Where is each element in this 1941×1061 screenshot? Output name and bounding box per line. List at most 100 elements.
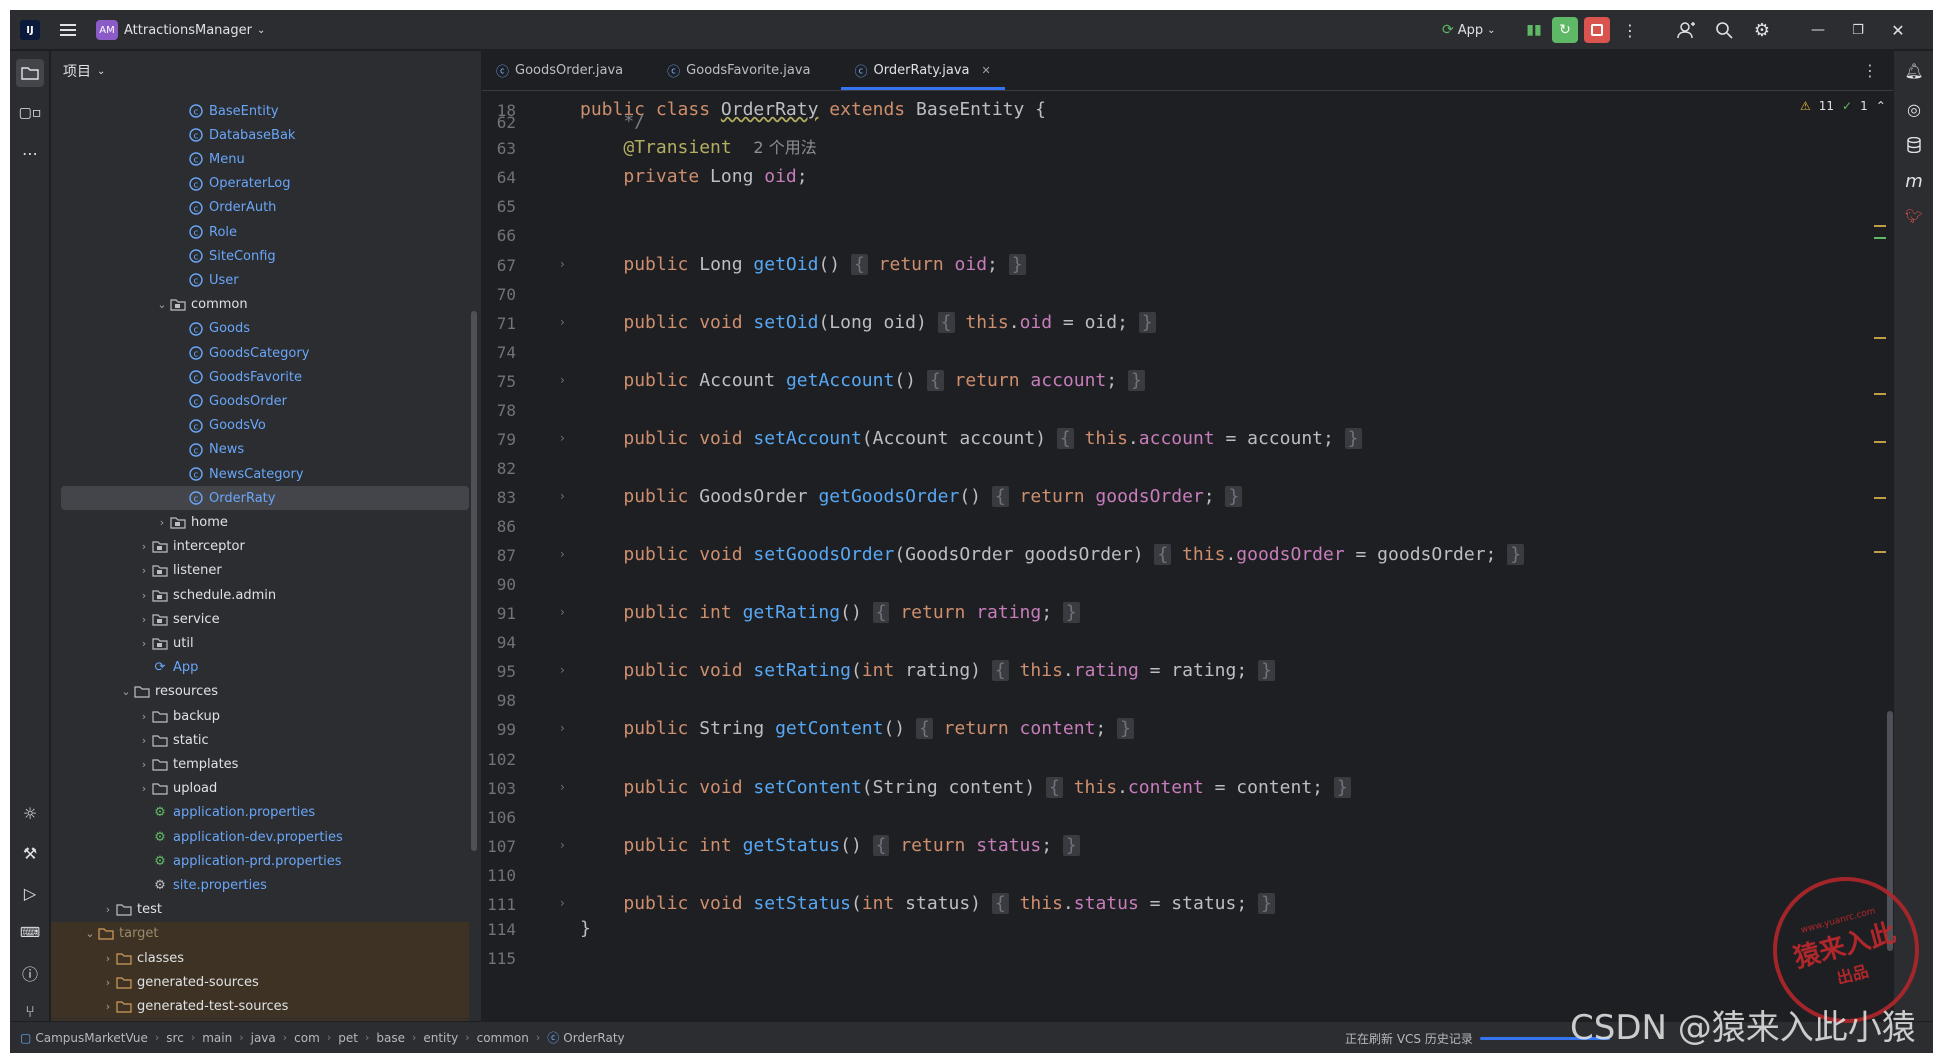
- main-menu-icon[interactable]: [56, 18, 80, 42]
- tree-item[interactable]: c GoodsCategory: [51, 341, 469, 365]
- tab-options-icon[interactable]: ⋮: [1862, 61, 1878, 80]
- build-hammer-icon[interactable]: ⚒: [16, 839, 44, 867]
- breadcrumb-item[interactable]: pet: [338, 1031, 358, 1045]
- breadcrumb-item[interactable]: common: [477, 1031, 529, 1045]
- fold-chevron-icon[interactable]: ›: [560, 663, 565, 677]
- tree-item[interactable]: › upload: [51, 777, 469, 801]
- tree-item[interactable]: ⚙ application.properties: [51, 801, 469, 825]
- warning-marker[interactable]: [1874, 551, 1886, 553]
- tree-item[interactable]: › generated-test-sources: [51, 994, 469, 1019]
- chevron-right-icon[interactable]: ›: [101, 903, 115, 916]
- breadcrumb-item[interactable]: entity: [423, 1031, 458, 1045]
- chevron-right-icon[interactable]: ›: [137, 637, 151, 650]
- pause-icon[interactable]: ▮▮: [1520, 16, 1548, 44]
- tree-item[interactable]: ⌄ resources: [51, 680, 469, 704]
- ai-assistant-icon[interactable]: ◎: [1900, 95, 1928, 123]
- tree-item[interactable]: c Role: [51, 220, 469, 244]
- warning-marker[interactable]: [1874, 237, 1886, 239]
- tree-item[interactable]: › home: [51, 510, 469, 534]
- editor-tab[interactable]: ⓒ OrderRaty.java ✕: [840, 50, 1005, 90]
- tree-item[interactable]: › test: [51, 898, 469, 922]
- chevron-down-icon[interactable]: ⌄: [119, 685, 133, 698]
- add-user-icon[interactable]: [1672, 16, 1700, 44]
- tree-item[interactable]: › interceptor: [51, 535, 469, 559]
- tree-item[interactable]: › generated-sources: [51, 970, 469, 995]
- tree-item[interactable]: c News: [51, 438, 469, 462]
- plugin-bird-icon[interactable]: 🐦︎: [1900, 203, 1928, 231]
- project-folder-icon[interactable]: [16, 59, 44, 87]
- run-services-icon[interactable]: ▷: [16, 879, 44, 907]
- chevron-right-icon[interactable]: ›: [101, 976, 115, 989]
- breadcrumb-item[interactable]: main: [202, 1031, 232, 1045]
- run-config-selector[interactable]: ⟳ App ⌄: [1442, 10, 1496, 50]
- breadcrumb-item[interactable]: base: [376, 1031, 405, 1045]
- terminal-icon[interactable]: ⌨: [16, 919, 44, 947]
- settings-gear-icon[interactable]: ⚙: [1748, 16, 1776, 44]
- warning-marker[interactable]: [1874, 337, 1886, 339]
- warning-marker[interactable]: [1874, 393, 1886, 395]
- breadcrumb-item[interactable]: src: [166, 1031, 184, 1045]
- more-tools-icon[interactable]: ⋯: [16, 139, 44, 167]
- tree-item[interactable]: ⚙ application-dev.properties: [51, 825, 469, 849]
- fold-chevron-icon[interactable]: ›: [560, 489, 565, 503]
- chevron-right-icon[interactable]: ›: [101, 952, 115, 965]
- tree-item[interactable]: ⌄ common: [51, 293, 469, 317]
- chevron-right-icon[interactable]: ›: [137, 782, 151, 795]
- chevron-right-icon[interactable]: ›: [137, 734, 151, 747]
- chevron-up-icon[interactable]: ⌃: [1876, 99, 1886, 113]
- chevron-down-icon[interactable]: ⌄: [83, 927, 97, 940]
- close-tab-icon[interactable]: ✕: [981, 64, 990, 77]
- problems-icon[interactable]: ⓘ: [16, 959, 44, 987]
- fold-chevron-icon[interactable]: ›: [560, 315, 565, 329]
- tree-item[interactable]: › classes: [51, 946, 469, 970]
- chevron-right-icon[interactable]: ›: [137, 710, 151, 723]
- tree-item[interactable]: c User: [51, 268, 469, 292]
- tree-item[interactable]: c NewsCategory: [51, 462, 469, 486]
- fold-chevron-icon[interactable]: ›: [560, 780, 565, 794]
- fold-chevron-icon[interactable]: ›: [560, 605, 565, 619]
- more-vertical-icon[interactable]: ⋮: [1618, 18, 1642, 42]
- tree-item[interactable]: › static: [51, 728, 469, 752]
- tree-item[interactable]: c OrderRaty: [61, 486, 469, 511]
- tree-item[interactable]: c DatabaseBak: [51, 123, 469, 147]
- tree-item[interactable]: c GoodsFavorite: [51, 365, 469, 389]
- tree-item[interactable]: c GoodsVo: [51, 414, 469, 438]
- project-panel-header[interactable]: 项目 ⌄: [51, 51, 481, 91]
- breadcrumb-item[interactable]: com: [294, 1031, 320, 1045]
- chevron-down-icon[interactable]: ⌄: [155, 298, 169, 311]
- code-view[interactable]: public class OrderRaty extends BaseEntit…: [580, 91, 1850, 1021]
- fold-chevron-icon[interactable]: ›: [560, 838, 565, 852]
- tree-item[interactable]: › templates: [51, 752, 469, 776]
- breadcrumb-item[interactable]: ▢ CampusMarketVue: [20, 1031, 148, 1045]
- stop-icon[interactable]: [1584, 17, 1610, 43]
- tree-item[interactable]: ⟳ App: [51, 656, 469, 680]
- chevron-right-icon[interactable]: ›: [137, 758, 151, 771]
- tree-item[interactable]: › util: [51, 631, 469, 655]
- maven-icon[interactable]: m: [1900, 167, 1928, 195]
- fold-chevron-icon[interactable]: ›: [560, 896, 565, 910]
- tree-item[interactable]: ⌄ target: [51, 921, 469, 946]
- tree-item[interactable]: › backup: [51, 704, 469, 728]
- rerun-icon[interactable]: ↻: [1552, 17, 1578, 43]
- tree-item[interactable]: › schedule.admin: [51, 583, 469, 607]
- fold-chevron-icon[interactable]: ›: [560, 721, 565, 735]
- tree-item[interactable]: ⚙ application-prd.properties: [51, 849, 469, 873]
- tree-item[interactable]: c Menu: [51, 147, 469, 171]
- structure-icon[interactable]: ▢▫: [16, 99, 44, 127]
- fold-chevron-icon[interactable]: ›: [560, 257, 565, 271]
- tree-item[interactable]: › listener: [51, 559, 469, 583]
- tree-item[interactable]: c OperaterLog: [51, 172, 469, 196]
- tree-item[interactable]: ⚙ site.properties: [51, 873, 469, 897]
- chevron-right-icon[interactable]: ›: [137, 589, 151, 602]
- maximize-icon[interactable]: ❐: [1838, 10, 1878, 50]
- fold-chevron-icon[interactable]: ›: [560, 373, 565, 387]
- chevron-right-icon[interactable]: ›: [137, 564, 151, 577]
- fold-chevron-icon[interactable]: ›: [560, 431, 565, 445]
- editor-tab[interactable]: ⓒ GoodsFavorite.java: [653, 50, 840, 90]
- chevron-right-icon[interactable]: ›: [137, 613, 151, 626]
- tree-item[interactable]: c OrderAuth: [51, 196, 469, 220]
- intellij-logo-icon[interactable]: IJ: [20, 20, 40, 40]
- breadcrumb-item[interactable]: java: [251, 1031, 276, 1045]
- close-icon[interactable]: ✕: [1878, 10, 1918, 50]
- chevron-right-icon[interactable]: ›: [137, 540, 151, 553]
